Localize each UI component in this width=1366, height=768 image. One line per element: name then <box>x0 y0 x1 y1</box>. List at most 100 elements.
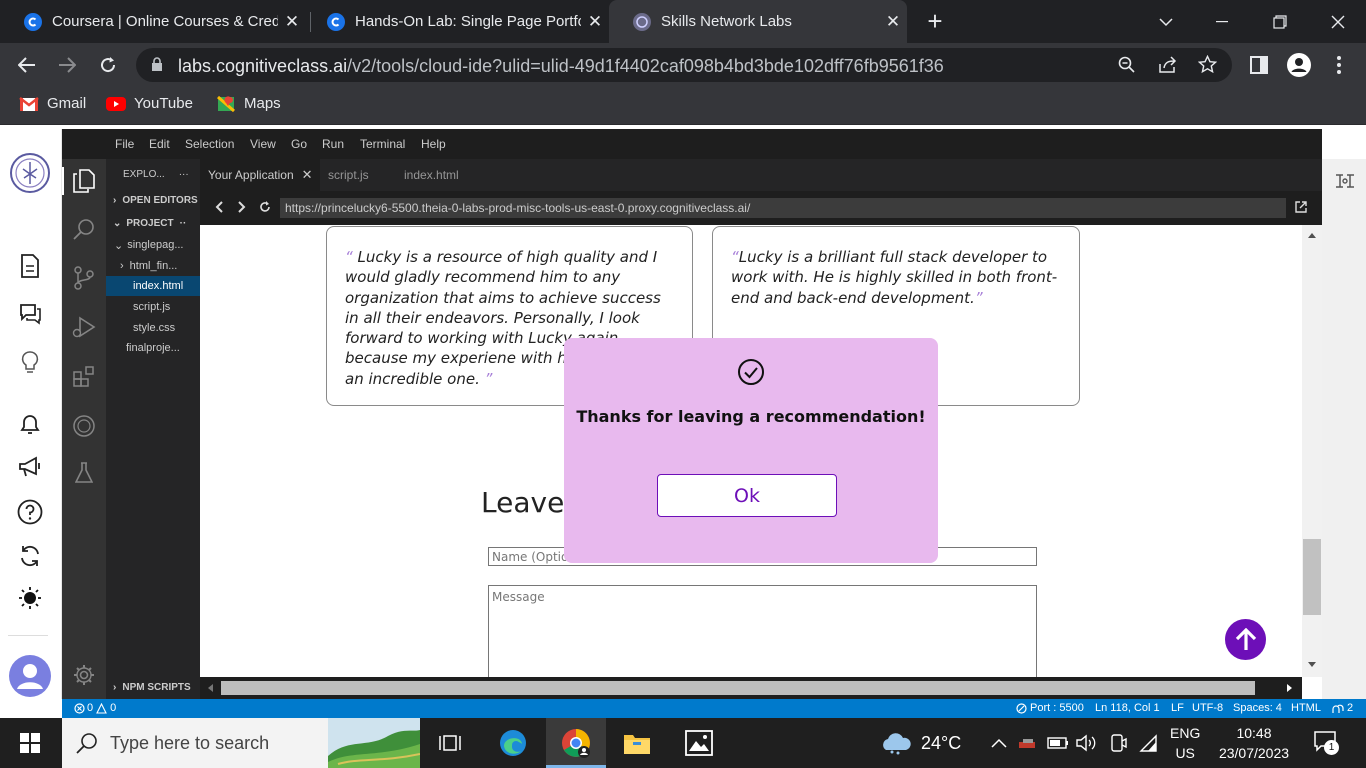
scroll-left-arrow-icon[interactable] <box>208 684 213 692</box>
new-tab-button[interactable]: + <box>911 0 959 43</box>
action-center-icon[interactable]: 1 <box>1313 730 1339 756</box>
close-tab-icon[interactable]: ✕ <box>879 12 907 32</box>
chrome-taskbar-button[interactable] <box>546 718 606 768</box>
open-editors-section[interactable]: › OPEN EDITORS <box>106 190 200 210</box>
open-in-new-window-icon[interactable] <box>1295 201 1307 213</box>
network-usb-icon[interactable] <box>1012 727 1044 759</box>
zoom-icon[interactable] <box>1118 56 1136 74</box>
scrollbar-thumb[interactable] <box>221 681 1255 695</box>
menu-run[interactable]: Run <box>322 137 344 151</box>
theme-sun-icon[interactable] <box>16 584 44 612</box>
outline-icon[interactable] <box>1334 171 1356 191</box>
bookmark-star-icon[interactable] <box>1198 55 1217 74</box>
chat-icon[interactable] <box>16 300 44 328</box>
menu-edit[interactable]: Edit <box>149 137 170 151</box>
windows-start-icon[interactable] <box>14 727 46 759</box>
photos-icon[interactable] <box>683 727 715 759</box>
instructions-icon[interactable] <box>16 252 44 280</box>
input-language[interactable]: ENG US <box>1170 723 1200 763</box>
refresh-sync-icon[interactable] <box>16 542 44 570</box>
bookmark-youtube[interactable]: YouTube <box>106 95 193 112</box>
close-tab-icon[interactable]: ✕ <box>278 12 306 32</box>
tree-file-script-js[interactable]: script.js <box>106 297 200 317</box>
preview-url-field[interactable]: https://princelucky6-5500.theia-0-labs-p… <box>280 198 1286 218</box>
editor-tab-script-js[interactable]: script.js <box>320 159 396 191</box>
editor-tab-your-application[interactable]: Your Application ✕ <box>200 159 320 191</box>
editor-tab-index-html[interactable]: index.html <box>396 159 488 191</box>
forward-icon[interactable] <box>55 53 79 77</box>
taskbar-search-box[interactable]: Type here to search <box>62 718 420 768</box>
menu-go[interactable]: Go <box>291 137 307 151</box>
task-view-icon[interactable] <box>434 727 466 759</box>
skills-network-toolbox-icon[interactable] <box>72 414 96 438</box>
skills-network-logo-icon[interactable] <box>9 152 51 194</box>
notifications-indicator[interactable]: 2 <box>1332 702 1353 714</box>
chrome-menu-icon[interactable] <box>1327 53 1351 77</box>
problems-indicator[interactable]: 0 0 <box>74 702 116 714</box>
browser-tab-hands-on-lab[interactable]: Hands-On Lab: Single Page Portfolio ✕ <box>303 0 609 43</box>
project-section[interactable]: ⌄ PROJECT ·· <box>106 213 200 233</box>
show-hidden-icons-chevron-up-icon[interactable] <box>983 727 1015 759</box>
line-ending[interactable]: LF <box>1171 702 1184 714</box>
explorer-more-button[interactable]: ··· <box>179 169 189 180</box>
menu-help[interactable]: Help <box>421 137 446 151</box>
tab-search-icon[interactable] <box>1142 0 1190 43</box>
lock-icon[interactable] <box>151 57 163 72</box>
file-encoding[interactable]: UTF-8 <box>1192 702 1223 714</box>
close-tab-icon[interactable]: ✕ <box>302 167 313 183</box>
menu-terminal[interactable]: Terminal <box>360 137 405 151</box>
source-control-icon[interactable] <box>72 266 96 290</box>
close-tab-icon[interactable]: ✕ <box>581 12 609 32</box>
notifications-bell-icon[interactable] <box>16 410 44 438</box>
indentation[interactable]: Spaces: 4 <box>1233 702 1282 714</box>
reload-icon[interactable] <box>96 53 120 77</box>
address-bar[interactable]: labs.cognitiveclass.ai/v2/tools/cloud-id… <box>136 48 1232 82</box>
tree-file-index-html[interactable]: index.html <box>106 276 200 296</box>
browser-tab-skills-network[interactable]: Skills Network Labs ✕ <box>609 0 907 43</box>
port-indicator[interactable]: Port : 5500 <box>1016 702 1084 714</box>
scroll-right-arrow-icon[interactable] <box>1287 684 1292 692</box>
npm-scripts-section[interactable]: › NPM SCRIPTS <box>106 677 200 697</box>
scrollbar-thumb[interactable] <box>1303 539 1321 615</box>
scroll-down-arrow-icon[interactable] <box>1308 662 1316 667</box>
tree-folder-finalproject[interactable]: finalproje... <box>106 338 200 358</box>
restore-icon[interactable] <box>1256 0 1304 43</box>
preview-vertical-scrollbar[interactable] <box>1302 225 1322 677</box>
side-panel-icon[interactable] <box>1247 53 1271 77</box>
tree-folder-singlepage[interactable]: ⌄ singlepag... <box>106 235 200 255</box>
cursor-position[interactable]: Ln 118, Col 1 <box>1095 702 1160 714</box>
clock[interactable]: 10:48 23/07/2023 <box>1216 723 1292 763</box>
tree-file-style-css[interactable]: style.css <box>106 318 200 338</box>
lightbulb-icon[interactable] <box>16 349 44 377</box>
bookmark-gmail[interactable]: Gmail <box>19 95 86 112</box>
file-explorer-icon[interactable] <box>621 727 653 759</box>
menu-selection[interactable]: Selection <box>185 137 234 151</box>
scroll-to-top-button[interactable] <box>1225 619 1266 660</box>
help-icon[interactable] <box>16 498 44 526</box>
search-icon[interactable] <box>72 217 96 241</box>
edge-browser-icon[interactable] <box>497 727 529 759</box>
minimize-icon[interactable] <box>1198 0 1246 43</box>
run-debug-icon[interactable] <box>72 315 96 339</box>
preview-forward-icon[interactable] <box>238 201 246 213</box>
preview-horizontal-scrollbar[interactable] <box>200 677 1302 699</box>
explorer-files-icon[interactable] <box>72 169 96 193</box>
browser-tab-coursera[interactable]: Coursera | Online Courses & Credentials … <box>0 0 306 43</box>
back-icon[interactable] <box>15 53 39 77</box>
settings-gear-icon[interactable] <box>72 663 96 687</box>
close-window-icon[interactable] <box>1314 0 1362 43</box>
menu-file[interactable]: File <box>115 137 134 151</box>
language-mode[interactable]: HTML <box>1291 702 1321 714</box>
url-text[interactable]: labs.cognitiveclass.ai/v2/tools/cloud-id… <box>178 56 944 77</box>
weather-widget[interactable]: 24°C <box>880 730 961 756</box>
preview-reload-icon[interactable] <box>259 201 271 213</box>
meet-now-icon[interactable] <box>1102 727 1134 759</box>
share-icon[interactable] <box>1158 56 1178 74</box>
bookmark-maps[interactable]: Maps <box>216 95 281 112</box>
announcements-megaphone-icon[interactable] <box>16 453 44 481</box>
wifi-icon[interactable] <box>1132 727 1164 759</box>
project-more-button[interactable]: ·· <box>180 218 187 229</box>
volume-icon[interactable] <box>1070 727 1102 759</box>
tree-folder-html-final[interactable]: › html_fin... <box>106 256 200 276</box>
preview-back-icon[interactable] <box>215 201 223 213</box>
